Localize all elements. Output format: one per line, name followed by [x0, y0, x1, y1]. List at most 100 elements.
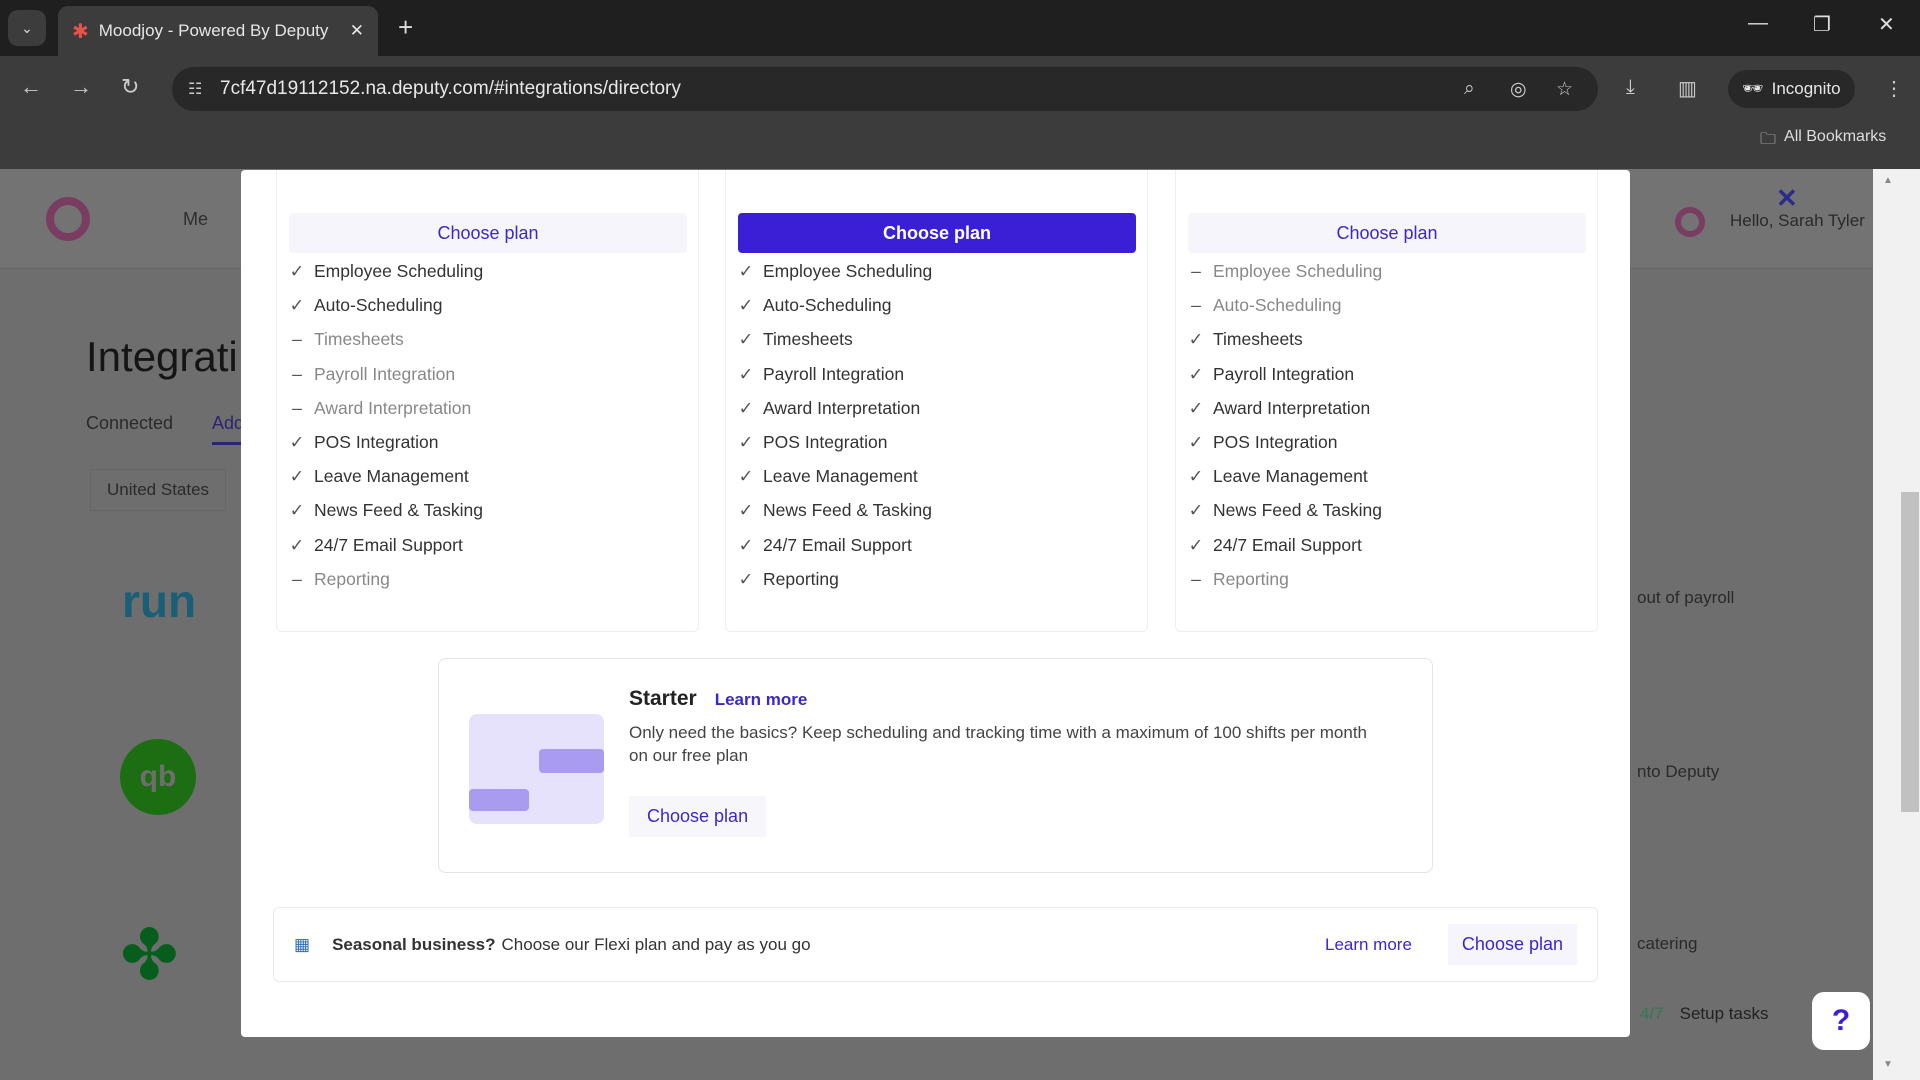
feature-label: Award Interpretation	[314, 397, 472, 418]
flexi-choose-plan-button[interactable]: Choose plan	[1447, 924, 1577, 965]
scroll-down-icon[interactable]: ▼	[1883, 1059, 1893, 1070]
feature-row: ✓ News Feed & Tasking	[289, 500, 483, 521]
starter-choose-plan-button[interactable]: Choose plan	[629, 796, 767, 837]
choose-plan-button[interactable]: Choose plan	[738, 213, 1136, 253]
close-tab-icon[interactable]: ✕	[350, 21, 364, 41]
check-icon: ✓	[1188, 500, 1204, 521]
quickbooks-logo: qb	[120, 739, 196, 815]
dash-icon: –	[292, 397, 302, 418]
country-select[interactable]: United States	[90, 469, 227, 511]
dash-icon: –	[292, 329, 302, 350]
feature-row: ✓ 24/7 Email Support	[1188, 535, 1362, 556]
feature-row: ✓ 24/7 Email Support	[738, 535, 912, 556]
site-info-icon[interactable]: ☷	[188, 79, 202, 99]
scroll-up-icon[interactable]: ▲	[1883, 175, 1893, 186]
feature-row: – Reporting	[1188, 569, 1289, 590]
feature-label: POS Integration	[314, 432, 439, 452]
bookmark-star-icon[interactable]: ☆	[1556, 78, 1573, 101]
feature-row: ✓ POS Integration	[738, 432, 888, 453]
feature-row: ✓ News Feed & Tasking	[738, 500, 932, 521]
check-icon: ✓	[289, 261, 305, 281]
flexi-learn-more-link[interactable]: Learn more	[1325, 935, 1412, 955]
address-bar[interactable]: ☷ 7cf47d19112152.na.deputy.com/#integrat…	[172, 67, 1598, 111]
feature-label: Timesheets	[763, 329, 853, 350]
feature-row: – Award Interpretation	[289, 398, 471, 419]
minimize-button[interactable]: —	[1748, 12, 1768, 35]
tab-add[interactable]: Add	[212, 413, 245, 445]
choose-plan-button[interactable]: Choose plan	[1188, 213, 1586, 253]
check-icon: ✓	[289, 295, 305, 316]
forward-button[interactable]: →	[70, 74, 92, 100]
browser-tab[interactable]: ✱ Moodjoy - Powered By Deputy ✕	[58, 6, 378, 56]
feature-row: – Reporting	[289, 569, 390, 590]
feature-label: Timesheets	[314, 329, 404, 350]
feature-row: ✓ Award Interpretation	[738, 397, 921, 419]
tracking-protection-icon[interactable]: ◎	[1510, 78, 1527, 101]
incognito-indicator[interactable]: 🕶 Incognito	[1728, 70, 1855, 108]
feature-label: Payroll Integration	[1213, 363, 1355, 384]
starter-learn-more-link[interactable]: Learn more	[715, 690, 808, 710]
feature-label: Auto-Scheduling	[763, 295, 892, 316]
feature-label: Leave Management	[763, 466, 918, 487]
side-panel-icon[interactable]: ▥	[1678, 76, 1697, 101]
calendar-illustration-icon	[469, 714, 604, 824]
check-icon: ✓	[738, 261, 754, 281]
plan-card: Choose plan ✓ Employee Scheduling ✓ Auto-Sch…	[725, 170, 1148, 632]
flexi-plan-banner: ▦ Seasonal business? Choose our Flexi pl…	[273, 907, 1598, 982]
feature-label: Timesheets	[1213, 329, 1303, 350]
close-modal-icon[interactable]: ✕	[1776, 183, 1798, 214]
check-icon: ✓	[738, 295, 754, 316]
feature-label: News Feed & Tasking	[314, 500, 483, 521]
download-icon[interactable]: ⤓	[1626, 76, 1635, 99]
help-button[interactable]: ?	[1812, 992, 1870, 1050]
integration-desc: catering	[1637, 934, 1698, 953]
close-window-button[interactable]: ✕	[1878, 12, 1895, 37]
back-button[interactable]: ←	[20, 74, 42, 100]
feature-row: ✓ News Feed & Tasking	[1188, 500, 1382, 521]
menu-icon[interactable]: ⋮	[1884, 76, 1904, 101]
favicon-icon: ✱	[72, 20, 89, 43]
check-icon: ✓	[1188, 363, 1204, 384]
reload-button[interactable]: ↻	[121, 74, 139, 100]
check-icon: ✓	[738, 500, 754, 521]
all-bookmarks[interactable]: 🗀 All Bookmarks	[1760, 128, 1886, 155]
feature-row: ✓ Auto-Scheduling	[738, 295, 892, 316]
page-title: Integrati	[86, 333, 238, 380]
browser-tab-bar: ⌄ ✱ Moodjoy - Powered By Deputy ✕ + — ❐ …	[0, 0, 1920, 56]
feature-label: Reporting	[763, 568, 839, 589]
scrollbar-thumb[interactable]	[1901, 492, 1919, 812]
dash-icon: –	[292, 363, 302, 384]
deputy-logo-icon	[46, 197, 90, 241]
check-icon: ✓	[738, 534, 754, 555]
setup-tasks-button[interactable]: 4/7 Setup tasks	[1640, 1004, 1768, 1024]
feature-label: 24/7 Email Support	[314, 534, 463, 555]
choose-plan-button[interactable]: Choose plan	[289, 213, 687, 253]
feature-row: ✓ Reporting	[738, 569, 839, 590]
feature-row: ✓ Auto-Scheduling	[289, 295, 443, 316]
check-icon: ✓	[289, 466, 305, 487]
clover-logo: ✤	[120, 916, 179, 994]
dash-icon: –	[1191, 261, 1201, 281]
new-tab-button[interactable]: +	[398, 12, 413, 43]
browser-toolbar: ← → ↻ ☷ 7cf47d19112152.na.deputy.com/#in…	[0, 56, 1920, 169]
feature-label: POS Integration	[1213, 432, 1338, 452]
check-icon: ✓	[738, 397, 754, 418]
feature-label: Award Interpretation	[763, 397, 921, 418]
plan-card: Choose plan – Employee Scheduling – Auto-Sch…	[1175, 170, 1598, 632]
nav-me[interactable]: Me	[183, 209, 208, 230]
avatar[interactable]	[1675, 207, 1705, 237]
feature-row: ✓ Leave Management	[1188, 466, 1368, 487]
zoom-icon[interactable]: ⌕	[1464, 78, 1475, 100]
tab-connected[interactable]: Connected	[86, 413, 173, 434]
starter-plan-card: Starter Learn more Only need the basics?…	[438, 658, 1433, 873]
tab-search-button[interactable]: ⌄	[8, 10, 46, 46]
feature-row: ✓ Leave Management	[738, 466, 918, 487]
feature-label: Employee Scheduling	[763, 261, 933, 281]
feature-row: ✓ 24/7 Email Support	[289, 535, 463, 556]
restore-button[interactable]: ❐	[1813, 12, 1831, 37]
check-icon: ✓	[1188, 466, 1204, 487]
page-scrollbar[interactable]: ▲ ▼	[1873, 169, 1920, 1080]
feature-label: Auto-Scheduling	[314, 295, 443, 316]
greeting[interactable]: Hello, Sarah Tyler	[1730, 211, 1865, 231]
check-icon: ✓	[1188, 329, 1204, 350]
